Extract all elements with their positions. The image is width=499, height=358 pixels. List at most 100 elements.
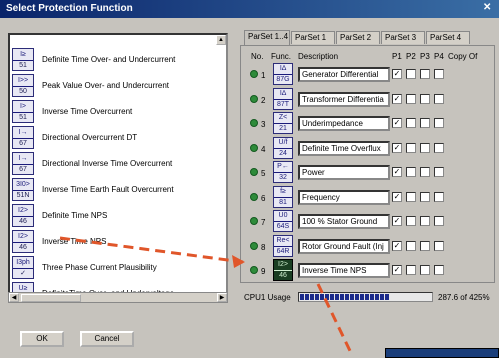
col-p2: P2	[406, 52, 416, 61]
function-symbol: I∆	[279, 89, 287, 97]
tab-parset-1[interactable]: ParSet 1	[291, 31, 335, 44]
parset-4-checkbox[interactable]	[434, 69, 444, 79]
parset-3-checkbox[interactable]	[420, 118, 430, 128]
function-list-item[interactable]: 3I0> 51N Inverse Time Earth Fault Overcurr…	[12, 177, 217, 203]
description-field[interactable]: 100 % Stator Ground	[298, 214, 390, 229]
function-symbol-icon[interactable]: f≥ 81	[273, 185, 293, 208]
function-list-item[interactable]: I3ph ✓ Three Phase Current Plausibility	[12, 255, 217, 281]
list-horizontal-scrollbar[interactable]: ◀ ▶	[8, 292, 228, 303]
parset-2-checkbox[interactable]	[406, 118, 416, 128]
parset-4-checkbox[interactable]	[434, 265, 444, 275]
ok-button[interactable]: OK	[20, 331, 64, 347]
function-row: 2 I∆ 87T Transformer Differentia ✓	[244, 87, 494, 111]
parset-3-checkbox[interactable]	[420, 93, 430, 104]
parset-4-checkbox[interactable]	[434, 191, 444, 202]
parset-1-checkbox[interactable]: ✓	[392, 240, 402, 251]
description-field[interactable]: Inverse Time NPS	[298, 263, 390, 278]
status-dot-icon	[250, 266, 258, 274]
parset-2-checkbox[interactable]	[406, 191, 416, 202]
tab-parset-2[interactable]: ParSet 2	[336, 31, 380, 44]
function-symbol-icon[interactable]: P← 32	[273, 161, 293, 183]
description-field[interactable]: Generator Differential	[298, 67, 390, 82]
scroll-up-icon[interactable]: ▲	[216, 35, 226, 45]
function-symbol-icon[interactable]: Z< 21	[273, 112, 293, 134]
function-code: 51	[13, 60, 33, 71]
description-field[interactable]: Rotor Ground Fault (Inj	[298, 238, 390, 254]
parset-4-checkbox[interactable]	[434, 142, 444, 153]
parset-3-checkbox[interactable]	[420, 142, 430, 153]
title-bar: Select Protection Function ✕	[0, 0, 499, 18]
parset-1-checkbox[interactable]: ✓	[392, 191, 402, 202]
cancel-button[interactable]: Cancel	[80, 331, 134, 347]
function-code: 87T	[274, 98, 292, 110]
scroll-right-icon[interactable]: ▶	[217, 293, 227, 302]
parset-3-checkbox[interactable]	[420, 69, 430, 79]
function-list-item[interactable]: I→ 67 Directional Inverse Time Overcurrent	[12, 151, 217, 177]
parset-4-checkbox[interactable]	[434, 93, 444, 104]
function-list-item[interactable]: I> 51 Inverse Time Overcurrent	[12, 99, 217, 125]
function-symbol-icon: I> 51	[12, 100, 34, 123]
function-list-item[interactable]: I>> 50 Peak Value Over- and Undercurrent	[12, 73, 217, 99]
parset-2-checkbox[interactable]	[406, 265, 416, 275]
parset-4-checkbox[interactable]	[434, 118, 444, 128]
function-list-item[interactable]: I→ 67 Directional Overcurrent DT	[12, 125, 217, 151]
function-list[interactable]: ▲ I≥ 51 Definite Time Over- and Undercurre…	[8, 33, 228, 303]
parset-3-checkbox[interactable]	[420, 265, 430, 275]
scroll-left-icon[interactable]: ◀	[9, 293, 19, 302]
parset-3-checkbox[interactable]	[420, 216, 430, 226]
description-field[interactable]: Underimpedance	[298, 116, 390, 131]
function-symbol: Z<	[278, 114, 288, 121]
parset-2-checkbox[interactable]	[406, 240, 416, 251]
tab-parset-3[interactable]: ParSet 3	[381, 31, 425, 44]
function-symbol-icon[interactable]: I∆ 87G	[273, 63, 293, 85]
description-field[interactable]: Definite Time Overflux	[298, 140, 390, 156]
parset-1-checkbox[interactable]: ✓	[392, 142, 402, 153]
function-symbol: P←	[277, 163, 289, 170]
col-p1: P1	[392, 52, 402, 61]
parset-2-checkbox[interactable]	[406, 216, 416, 226]
description-field[interactable]: Transformer Differentia	[298, 91, 390, 107]
function-symbol-icon[interactable]: U/f 24	[273, 136, 293, 159]
parset-1-checkbox[interactable]: ✓	[392, 167, 402, 177]
function-code: 67	[13, 164, 33, 175]
parset-4-checkbox[interactable]	[434, 167, 444, 177]
parset-2-checkbox[interactable]	[406, 93, 416, 104]
parset-2-checkbox[interactable]	[406, 69, 416, 79]
parset-1-checkbox[interactable]: ✓	[392, 118, 402, 128]
parset-1-checkbox[interactable]: ✓	[392, 93, 402, 104]
function-symbol-icon[interactable]: Re< 64R	[273, 234, 293, 257]
close-icon[interactable]: ✕	[483, 2, 495, 14]
description-field[interactable]: Frequency	[298, 189, 390, 205]
parset-2-checkbox[interactable]	[406, 167, 416, 177]
function-symbol-icon: I≥ 51	[12, 48, 34, 71]
function-symbol: 3I0>	[16, 181, 30, 188]
function-symbol: I≥	[20, 51, 26, 58]
parset-1-checkbox[interactable]: ✓	[392, 216, 402, 226]
parset-1-checkbox[interactable]: ✓	[392, 265, 402, 275]
parset-1-checkbox[interactable]: ✓	[392, 69, 402, 79]
parset-3-checkbox[interactable]	[420, 167, 430, 177]
function-code: 64S	[274, 221, 292, 232]
function-list-item[interactable]: I2> 46 Inverse Time NPS	[12, 229, 217, 255]
function-symbol-icon[interactable]: I2> 46	[273, 259, 293, 281]
tab-parset-1-4[interactable]: ParSet 1..4	[244, 30, 290, 45]
function-label: Three Phase Current Plausibility	[42, 263, 157, 272]
function-symbol-icon[interactable]: I∆ 87T	[273, 87, 293, 110]
function-symbol-icon[interactable]: U0 64S	[273, 210, 293, 232]
cpu-usage-bar	[298, 292, 433, 302]
row-number: 5	[261, 169, 266, 178]
description-field[interactable]: Power	[298, 165, 390, 180]
parset-3-checkbox[interactable]	[420, 191, 430, 202]
scroll-thumb[interactable]	[21, 294, 81, 302]
row-number: 7	[261, 218, 266, 227]
function-row: 1 I∆ 87G Generator Differential ✓	[244, 62, 494, 86]
parset-2-checkbox[interactable]	[406, 142, 416, 153]
function-symbol: I∆	[279, 65, 287, 72]
parset-4-checkbox[interactable]	[434, 240, 444, 251]
tab-parset-4[interactable]: ParSet 4	[426, 31, 470, 44]
function-symbol-icon: I→ 67	[12, 152, 34, 175]
function-list-item[interactable]: I2> 46 Definite Time NPS	[12, 203, 217, 229]
parset-4-checkbox[interactable]	[434, 216, 444, 226]
function-list-item[interactable]: I≥ 51 Definite Time Over- and Undercurrent	[12, 47, 217, 73]
parset-3-checkbox[interactable]	[420, 240, 430, 251]
